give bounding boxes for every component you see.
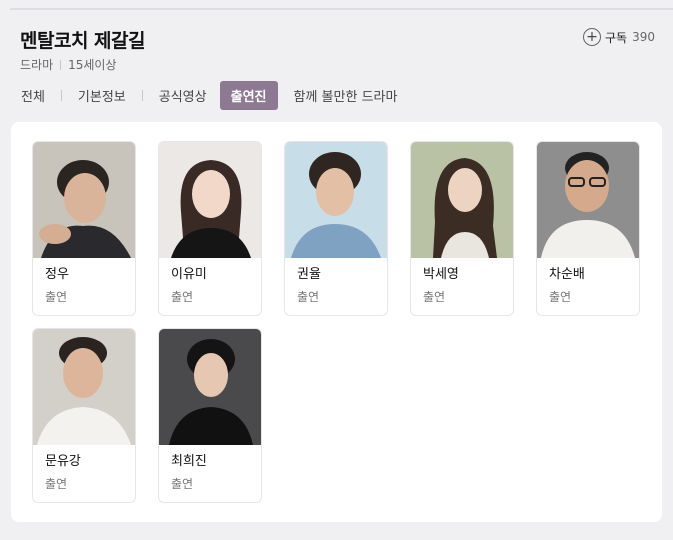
cast-role: 출연 <box>45 290 68 304</box>
cast-role: 출연 <box>45 477 68 491</box>
tab-official-video[interactable]: 공식영상 <box>158 86 208 105</box>
tab-all[interactable]: 전체 <box>20 86 46 105</box>
cast-name: 최희진 <box>171 454 207 469</box>
cast-photo <box>33 329 135 445</box>
cast-role: 출연 <box>423 290 446 304</box>
cast-card[interactable]: 박세영 출연 <box>410 141 514 316</box>
cast-role: 출연 <box>171 290 194 304</box>
cast-grid: 정우 출연 이유미 출연 권율 출연 박세영 출연 차순배 출연 문유강 출연 … <box>32 141 640 503</box>
tab-basic-info[interactable]: 기본정보 <box>77 86 127 105</box>
cast-name: 권율 <box>297 267 321 282</box>
subscribe-button[interactable]: + 구독 390 <box>583 28 655 46</box>
tab-divider <box>141 89 143 101</box>
cast-card[interactable]: 차순배 출연 <box>536 141 640 316</box>
cast-role: 출연 <box>549 290 572 304</box>
cast-name: 박세영 <box>423 267 459 282</box>
cast-name: 이유미 <box>171 267 207 282</box>
tab-bar: 전체 기본정보 공식영상 출연진 함께 볼만한 드라마 <box>20 80 399 110</box>
program-meta: 드라마 15세이상 <box>20 56 117 73</box>
cast-name: 문유강 <box>45 454 81 469</box>
program-header: 멘탈코치 제갈길 드라마 15세이상 + 구독 390 <box>20 26 655 76</box>
subscribe-label: 구독 <box>605 30 628 45</box>
genre-label: 드라마 <box>20 58 54 72</box>
rating-label: 15세이상 <box>68 58 117 72</box>
cast-card[interactable]: 정우 출연 <box>32 141 136 316</box>
cast-role: 출연 <box>297 290 320 304</box>
tab-cast[interactable]: 출연진 <box>219 80 278 110</box>
program-title[interactable]: 멘탈코치 제갈길 <box>20 26 655 53</box>
cast-photo <box>33 142 135 258</box>
cast-name: 정우 <box>45 267 69 282</box>
cast-role: 출연 <box>171 477 194 491</box>
meta-divider <box>60 59 62 70</box>
cast-photo <box>411 142 513 258</box>
tab-recommended-dramas[interactable]: 함께 볼만한 드라마 <box>293 86 399 105</box>
cast-card[interactable]: 권율 출연 <box>284 141 388 316</box>
cast-photo <box>159 329 261 445</box>
cast-card[interactable]: 이유미 출연 <box>158 141 262 316</box>
top-divider <box>10 8 673 10</box>
plus-icon: + <box>583 28 601 46</box>
cast-photo <box>159 142 261 258</box>
cast-card[interactable]: 문유강 출연 <box>32 328 136 503</box>
cast-panel: 정우 출연 이유미 출연 권율 출연 박세영 출연 차순배 출연 문유강 출연 … <box>11 122 662 522</box>
cast-photo <box>285 142 387 258</box>
subscribe-count: 390 <box>632 30 655 44</box>
tab-divider <box>60 89 62 101</box>
cast-name: 차순배 <box>549 267 585 282</box>
cast-photo <box>537 142 639 258</box>
cast-card[interactable]: 최희진 출연 <box>158 328 262 503</box>
